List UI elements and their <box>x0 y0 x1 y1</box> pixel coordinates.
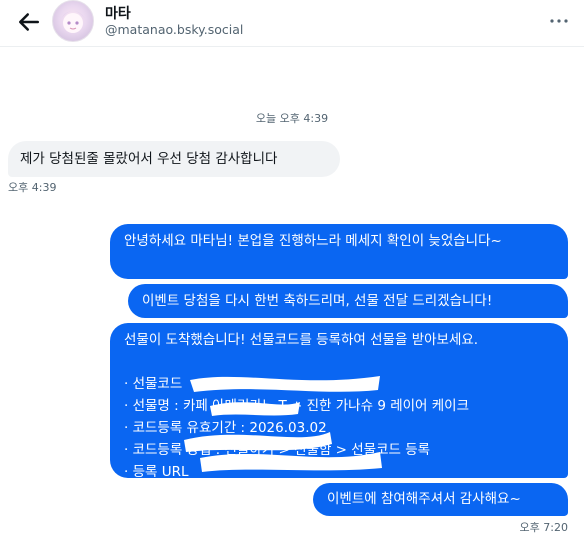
contact-name: 마타 <box>105 6 131 22</box>
message-bubble-outgoing[interactable]: 이벤트에 참여해주셔서 감사해요~ <box>313 483 568 516</box>
contact-handle: @matanao.bsky.social <box>105 22 244 37</box>
message-line: 선물이 도착했습니다! 선물코드를 등록하여 선물을 받아보세요. <box>124 332 479 348</box>
message-timestamp: 오후 4:39 <box>8 181 57 194</box>
avatar-illustration-icon <box>61 11 85 33</box>
avatar[interactable] <box>52 0 94 42</box>
message-timestamp: 오후 7:20 <box>519 521 568 534</box>
message-bubble-outgoing[interactable]: 이벤트 당첨을 다시 한번 축하드리며, 선물 전달 드리겠습니다! <box>128 284 568 318</box>
arrow-left-icon[interactable] <box>14 7 44 37</box>
date-separator: 오늘 오후 4:39 <box>255 112 329 125</box>
message-bubble-incoming[interactable]: 제가 당첨된줄 몰랐어서 우선 당첨 감사합니다 <box>8 141 340 177</box>
redaction-scribble <box>184 376 382 472</box>
message-bubble-outgoing[interactable]: 안녕하세요 마타님! 본업을 진행하느라 메세지 확인이 늦었습니다~ <box>110 224 568 279</box>
conversation-header: 마타 @matanao.bsky.social <box>0 0 584 47</box>
more-horizontal-icon[interactable] <box>548 10 570 32</box>
